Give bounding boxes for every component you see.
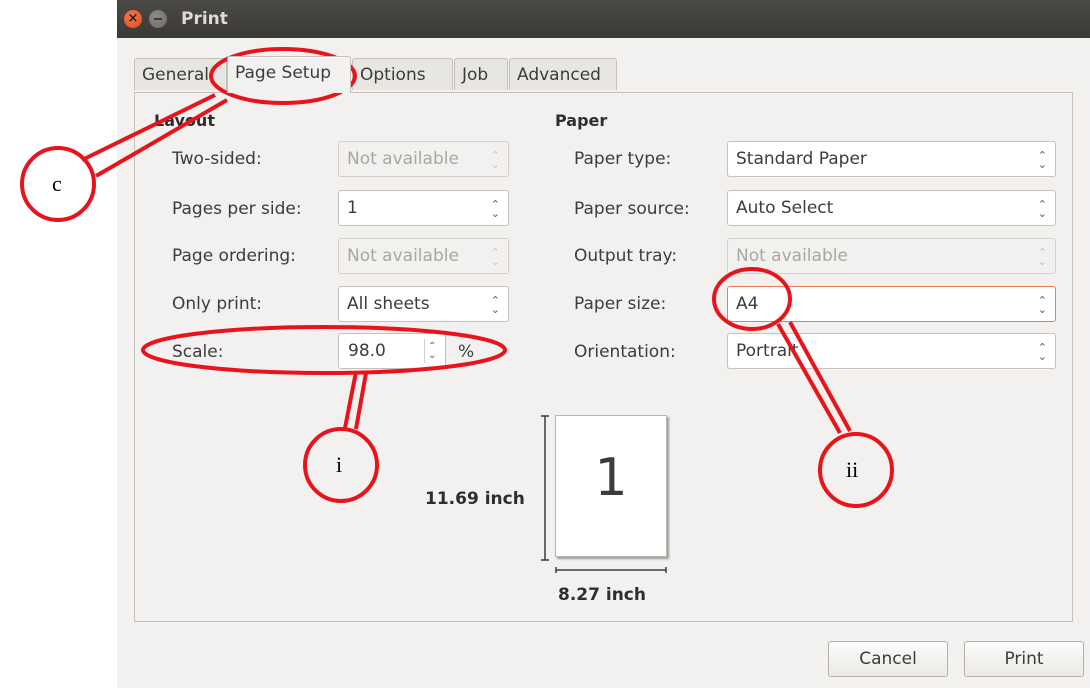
annotation-i-label: i (336, 452, 343, 477)
annotation-i-pointer-1 (343, 371, 358, 429)
annotation-c-label: c (52, 171, 62, 196)
annotation-overlay (20, 47, 894, 508)
annotation-ii-pointer-1 (776, 323, 842, 434)
annotation-ii-pointer-2 (788, 321, 852, 432)
annotation-ii-label: ii (846, 457, 859, 482)
annotation-scale-ellipse (141, 325, 507, 375)
annotation-i-pointer-2 (354, 372, 368, 430)
annotation-paper-size-ellipse (712, 267, 792, 331)
annotation-c-pointer-2 (94, 98, 229, 178)
tab-page-setup[interactable]: Page Setup (227, 56, 351, 93)
annotation-c-pointer-1 (81, 93, 216, 162)
